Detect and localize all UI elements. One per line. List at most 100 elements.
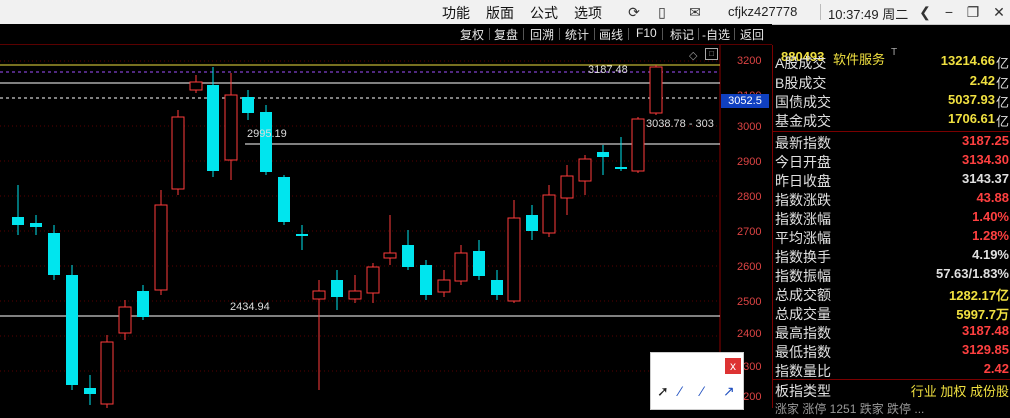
row-value: 2.42: [969, 73, 995, 88]
mail-icon[interactable]: ✉: [686, 3, 704, 21]
candle: [12, 217, 24, 225]
menu-formula[interactable]: 公式: [530, 3, 558, 23]
separator: [523, 28, 524, 40]
y-tick: 3000: [737, 121, 762, 133]
tool-replay[interactable]: 复盘: [494, 26, 518, 43]
stat-row: 最高指数 3187.48: [773, 323, 1010, 341]
cursor-icon[interactable]: ➚: [657, 383, 669, 400]
row-value: 3187.48: [962, 323, 1009, 338]
candle: [331, 280, 343, 297]
tool-watchlist[interactable]: -自选: [702, 26, 730, 43]
row-index-type: 板指类型 行业 加权 成份股: [773, 381, 1010, 399]
tool-statistics[interactable]: 统计: [565, 26, 589, 43]
tool-f10[interactable]: F10: [636, 26, 657, 40]
refresh-icon[interactable]: ⟳: [625, 3, 643, 21]
row-label: 指数换手: [775, 249, 831, 265]
current-price-box: 3052.5: [721, 94, 769, 108]
close-icon[interactable]: x: [725, 358, 741, 374]
row-label: 平均涨幅: [775, 230, 831, 246]
row-label: 总成交额: [775, 287, 831, 303]
candle: [366, 266, 380, 294]
menu-options[interactable]: 选项: [574, 3, 602, 23]
stat-row: 指数涨幅 1.40%: [773, 209, 1010, 227]
window-toggle-icon[interactable]: □: [705, 48, 718, 60]
candle: [84, 388, 96, 394]
row-breadth: 涨家 涨停 1251 跌家 跌停 ...: [773, 400, 1010, 418]
candle: [207, 85, 219, 171]
stat-row: 最低指数 3129.85: [773, 342, 1010, 360]
drawing-tool-popup: x ➚ ⁄ ⁄ ↗: [650, 352, 744, 410]
row-value: 1.28%: [972, 228, 1009, 243]
candle: [312, 290, 326, 300]
candle: [649, 66, 663, 114]
tool-draw-line[interactable]: 画线: [599, 26, 623, 43]
row-value: 5997.7万: [956, 307, 1009, 322]
candle: [260, 112, 272, 172]
menu-layout[interactable]: 版面: [486, 3, 514, 23]
clock: 10:37:49 周二: [828, 7, 909, 22]
row-label: 最新指数: [775, 135, 831, 151]
candle: [437, 279, 451, 293]
phone-icon[interactable]: ▯: [653, 3, 671, 21]
candle: [507, 217, 521, 302]
stat-row: 指数换手 4.19%: [773, 247, 1010, 265]
restore-icon[interactable]: ❐: [964, 3, 982, 21]
candle: [383, 252, 397, 259]
row-label: 最高指数: [775, 325, 831, 341]
row-fund: 基金成交 1706.61 亿: [773, 111, 1010, 129]
chart-toolbar: 复权 复盘 回溯 统计 画线 F10 标记 -自选 返回: [0, 24, 772, 45]
tool-backtrack[interactable]: 回溯: [530, 26, 554, 43]
row-value: 3143.37: [962, 171, 1009, 186]
diamond-icon[interactable]: ◇: [689, 49, 697, 62]
line-tool-icon[interactable]: ⁄: [679, 383, 681, 399]
stat-row: 昨日收盘 3143.37: [773, 171, 1010, 189]
row-label: A股成交: [775, 55, 827, 71]
menu-function[interactable]: 功能: [442, 3, 470, 23]
candle: [615, 167, 627, 169]
separator: [698, 28, 699, 40]
row-value: 1706.61: [948, 111, 995, 126]
candle: [491, 280, 503, 295]
stat-row: 今日开盘 3134.30: [773, 152, 1010, 170]
row-label: 指数振幅: [775, 268, 831, 284]
stat-row: 指数量比 2.42: [773, 361, 1010, 379]
price-range-label: 3038.78 - 303: [646, 118, 714, 130]
row-a-share: A股成交 13214.66 亿: [773, 53, 1010, 71]
row-value: 43.88: [976, 190, 1009, 205]
level-label-2995: 2995.19: [247, 128, 287, 140]
back-arrow-icon[interactable]: ❮: [916, 3, 934, 21]
tool-mark[interactable]: 标记: [670, 26, 694, 43]
minimize-icon[interactable]: −: [940, 3, 958, 21]
grid-lines: [0, 60, 720, 372]
separator: [559, 28, 560, 40]
candle: [473, 251, 485, 276]
stat-row: 平均涨幅 1.28%: [773, 228, 1010, 246]
candle: [402, 245, 414, 267]
kline-chart[interactable]: 3200 3100 3000 2900 2800 2700 2600 2500 …: [0, 45, 772, 410]
high-price-label: 3187.48: [588, 64, 628, 76]
candle: [224, 94, 238, 161]
candle: [526, 215, 538, 231]
arrow-line-tool-icon[interactable]: ↗: [723, 383, 735, 400]
row-label: 指数涨幅: [775, 211, 831, 227]
stat-row: 总成交额 1282.17亿: [773, 285, 1010, 303]
candle: [242, 97, 254, 113]
candle: [348, 290, 362, 300]
stat-row: 最新指数 3187.25: [773, 133, 1010, 151]
index-type-values[interactable]: 行业 加权 成份股: [911, 381, 1009, 400]
row-value: 3187.25: [962, 133, 1009, 148]
quote-panel: 880493 软件服务 T A股成交 13214.66 亿 B股成交 2.42 …: [772, 45, 1010, 416]
row-unit: 亿: [995, 76, 1009, 91]
stat-row: 总成交量 5997.7万: [773, 304, 1010, 322]
row-label: 指数涨跌: [775, 192, 831, 208]
close-icon[interactable]: ✕: [990, 3, 1008, 21]
user-account[interactable]: cfjkz427778: [728, 4, 797, 19]
candle: [597, 152, 609, 157]
tool-restore-rights[interactable]: 复权: [460, 26, 484, 43]
line-tool-icon[interactable]: ⁄: [701, 383, 703, 399]
separator: [594, 28, 595, 40]
row-label: B股成交: [775, 75, 827, 91]
candle: [171, 116, 185, 190]
tool-back[interactable]: 返回: [740, 26, 764, 43]
row-label: 国债成交: [775, 94, 831, 110]
